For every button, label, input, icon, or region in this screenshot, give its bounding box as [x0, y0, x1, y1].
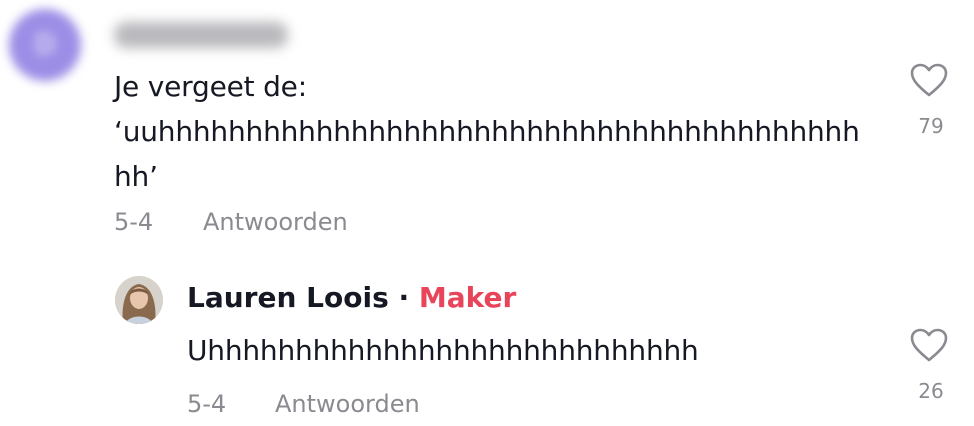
comment-text: Je vergeet de: ‘uuhhhhhhhhhhhhhhhhhhhhhh…: [114, 70, 860, 193]
avatar[interactable]: [115, 276, 163, 324]
heart-outline-icon[interactable]: [909, 62, 949, 98]
heart-outline-icon[interactable]: [909, 327, 949, 363]
reply-button[interactable]: Antwoorden: [275, 390, 420, 418]
comment-date: 5-4: [114, 208, 154, 236]
like-count: 79: [918, 114, 944, 138]
maker-badge: Maker: [418, 281, 517, 314]
reply-author[interactable]: Lauren Loois · Maker: [187, 281, 516, 314]
avatar[interactable]: D: [9, 9, 81, 81]
separator-dot: ·: [398, 281, 410, 314]
reply-text: Uhhhhhhhhhhhhhhhhhhhhhhhhhhhh: [187, 334, 699, 367]
reply-date: 5-4: [187, 390, 227, 418]
reply-button[interactable]: Antwoorden: [203, 208, 348, 236]
reply-username[interactable]: Lauren Loois: [187, 281, 389, 314]
username-blurred[interactable]: dlhomaolc: [114, 22, 288, 48]
avatar-letter: D: [34, 30, 56, 60]
like-count: 26: [918, 379, 944, 403]
